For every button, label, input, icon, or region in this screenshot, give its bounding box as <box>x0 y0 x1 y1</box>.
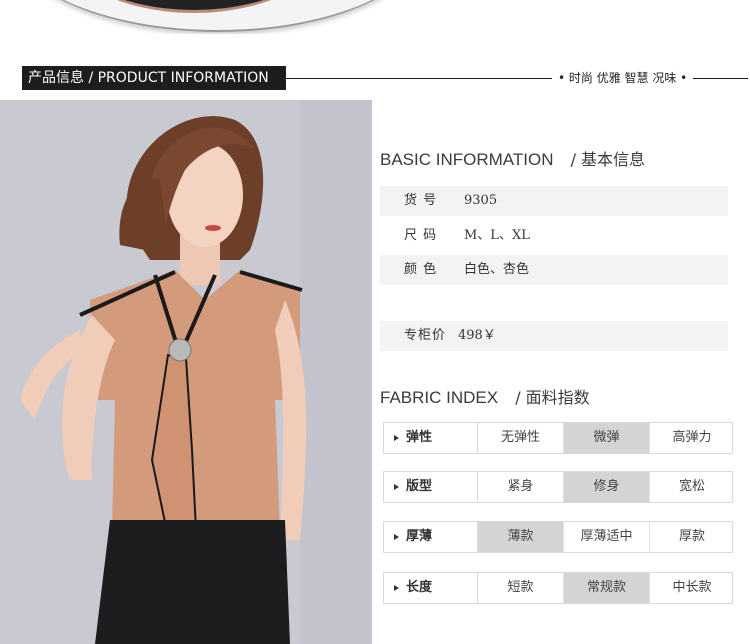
info-value: 9305 <box>464 193 498 208</box>
fabric-option: 高弹力 <box>672 430 712 445</box>
fabric-index-heading-en: FABRIC INDEX <box>380 388 499 407</box>
triangle-right-icon <box>394 484 399 490</box>
fabric-label-text: 版型 <box>406 479 433 494</box>
fabric-label-text: 厚薄 <box>406 529 433 544</box>
plate-image-remnant <box>0 0 750 34</box>
product-photo <box>0 100 372 644</box>
fabric-option-selected: 常规款 <box>564 573 650 603</box>
fabric-row-label: 长度 <box>384 573 478 603</box>
fabric-option: 无弹性 <box>478 423 564 453</box>
info-row-item-number: 货 号 9305 <box>380 186 728 216</box>
fabric-row-label: 厚薄 <box>384 522 478 552</box>
fabric-option: 厚款 <box>678 529 705 544</box>
fabric-row-label: 弹性 <box>384 423 478 453</box>
fabric-option-selected: 微弹 <box>564 423 650 453</box>
fabric-option: 紧身 <box>478 472 564 502</box>
triangle-right-icon <box>394 534 399 540</box>
triangle-right-icon <box>394 435 399 441</box>
info-row-color: 颜 色 白色、杏色 <box>380 255 728 285</box>
fabric-option: 厚薄适中 <box>564 522 650 552</box>
fabric-row-fit: 版型 紧身 修身 宽松 <box>383 471 733 503</box>
info-label: 货 号 <box>404 193 438 208</box>
fabric-option: 短款 <box>478 573 564 603</box>
basic-info-heading: BASIC INFORMATION / 基本信息 <box>380 146 645 170</box>
fabric-option-selected: 修身 <box>564 472 650 502</box>
fabric-option-selected: 薄款 <box>478 522 564 552</box>
info-row-price: 专柜价 498￥ <box>380 321 728 351</box>
model-illustration <box>0 100 372 644</box>
fabric-row-elasticity: 弹性 无弹性 微弹 高弹力 <box>383 422 733 454</box>
triangle-right-icon <box>394 585 399 591</box>
info-label: 颜 色 <box>404 262 438 277</box>
fabric-index-heading-cn: / 面料指数 <box>515 388 590 407</box>
fabric-row-thickness: 厚薄 薄款 厚薄适中 厚款 <box>383 521 733 553</box>
info-row-size: 尺 码 M、L、XL <box>380 221 728 251</box>
fabric-index-heading: FABRIC INDEX / 面料指数 <box>380 384 590 408</box>
info-label: 尺 码 <box>404 228 438 243</box>
section-slogan: • 时尚 优雅 智慧 况味 • <box>552 70 694 87</box>
info-value: M、L、XL <box>464 228 530 243</box>
basic-info-heading-en: BASIC INFORMATION <box>380 150 554 169</box>
price-label: 专柜价 <box>404 328 447 343</box>
fabric-option: 宽松 <box>678 479 705 494</box>
section-title: 产品信息 / PRODUCT INFORMATION <box>28 70 269 86</box>
fabric-row-label: 版型 <box>384 472 478 502</box>
basic-info-heading-cn: / 基本信息 <box>570 150 646 169</box>
fabric-label-text: 长度 <box>406 580 433 595</box>
info-value: 白色、杏色 <box>464 262 530 277</box>
fabric-row-length: 长度 短款 常规款 中长款 <box>383 572 733 604</box>
price-value: 498￥ <box>458 328 496 343</box>
fabric-label-text: 弹性 <box>406 430 433 445</box>
fabric-option: 中长款 <box>672 580 712 595</box>
